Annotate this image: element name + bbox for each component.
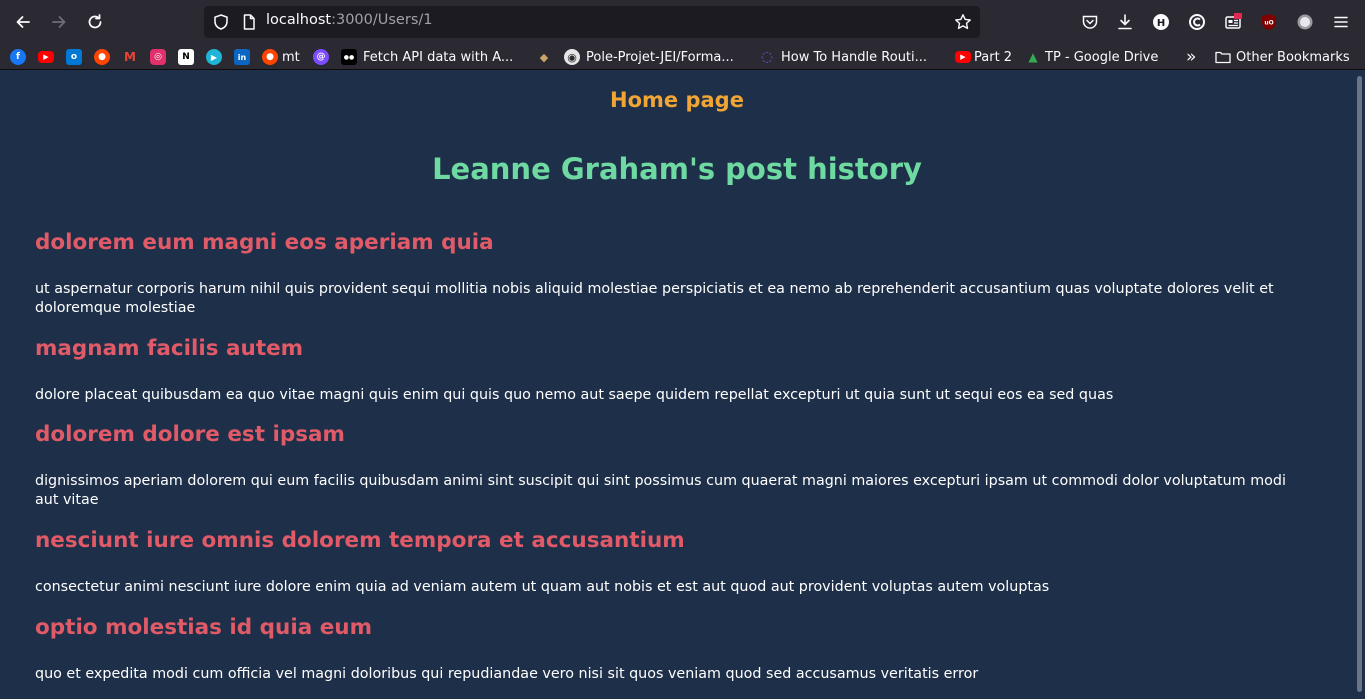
bookmark-routing[interactable]: ◌ How To Handle Routi... <box>759 48 927 66</box>
other-bookmarks-label: Other Bookmarks <box>1236 49 1350 65</box>
chevron-double-right-icon: » <box>1186 47 1197 67</box>
instagram-icon: ◎ <box>150 49 166 65</box>
bookmark-mascot[interactable]: ◆ <box>536 48 552 66</box>
svg-text:uO: uO <box>1264 20 1273 27</box>
post-title: magnam facilis autem <box>35 336 304 361</box>
url-host: localhost <box>266 12 332 28</box>
c-extension-icon <box>1189 14 1205 30</box>
messenger-icon: @ <box>313 49 329 65</box>
back-button[interactable] <box>8 7 38 37</box>
other-bookmarks[interactable]: Other Bookmarks <box>1215 48 1350 66</box>
bookmark-messenger[interactable]: @ <box>313 48 329 66</box>
post-item: dolorem eum magni eos aperiam quia ut as… <box>35 230 1295 316</box>
post-body: dignissimos aperiam dolorem qui eum faci… <box>35 473 1286 508</box>
bookmark-label: Pole-Projet-JEI/Forma... <box>586 49 734 65</box>
bookmark-instagram[interactable]: ◎ <box>150 48 166 66</box>
post-item: dolorem dolore est ipsam dignissimos ape… <box>35 422 1295 508</box>
page-viewport: Home page Leanne Graham's post history d… <box>0 70 1354 699</box>
arrow-left-icon <box>16 16 30 28</box>
youtube-icon: ▶ <box>955 51 971 63</box>
bookmark-notion[interactable]: N <box>178 48 194 66</box>
svg-text:H: H <box>1157 18 1165 29</box>
bookmark-label: mt <box>282 49 300 65</box>
facebook-icon: f <box>10 49 26 65</box>
star-icon[interactable] <box>954 13 972 31</box>
post-body: ut aspernatur corporis harum nihil quis … <box>35 281 1274 316</box>
page-icon[interactable] <box>240 13 258 31</box>
downloads-button[interactable] <box>1115 12 1135 32</box>
bookmark-label: TP - Google Drive <box>1045 49 1159 65</box>
notion-icon: N <box>178 49 194 65</box>
extension-c-button[interactable] <box>1187 12 1207 32</box>
gmail-icon: M <box>122 49 138 65</box>
post-item: magnam facilis autem dolore placeat quib… <box>35 336 1295 403</box>
browser-toolbar: localhost:3000/Users/1 H uO <box>0 0 1365 44</box>
bookmark-label: How To Handle Routi... <box>781 49 928 65</box>
bookmark-label: Part 2 <box>974 49 1013 65</box>
linkedin-icon: in <box>234 49 250 65</box>
bookmark-part-2[interactable]: ▶ Part 2 <box>955 48 1012 66</box>
folder-icon <box>1215 51 1231 64</box>
post-title: optio molestias id quia eum <box>35 615 373 640</box>
bookmark-linkedin[interactable]: in <box>234 48 250 66</box>
bookmark-reddit[interactable]: ● <box>94 48 110 66</box>
page-title: Leanne Graham's post history <box>432 152 922 186</box>
bookmarks-overflow-button[interactable]: » <box>1186 47 1197 67</box>
bookmark-github[interactable]: ◉ Pole-Projet-JEI/Forma... <box>564 48 734 66</box>
shield-icon[interactable] <box>212 13 230 31</box>
hamburger-menu-icon <box>1334 16 1348 28</box>
reload-icon <box>88 14 102 29</box>
play-icon: ▶ <box>206 49 222 65</box>
post-body: dolore placeat quibusdam ea quo vitae ma… <box>35 387 1114 403</box>
vertical-scrollbar[interactable] <box>1354 70 1365 699</box>
medium-icon: ●● <box>341 49 357 65</box>
post-title: dolorem eum magni eos aperiam quia <box>35 230 494 255</box>
post-item: optio molestias id quia eum quo et exped… <box>35 615 1295 682</box>
forward-button[interactable] <box>44 7 74 37</box>
url-bar[interactable]: localhost:3000/Users/1 <box>204 6 980 38</box>
outlook-icon: o <box>66 49 82 65</box>
extension-news-button[interactable] <box>1223 12 1243 32</box>
reload-button[interactable] <box>80 7 110 37</box>
google-drive-icon: ▲ <box>1025 49 1041 65</box>
arrow-right-icon <box>52 16 66 28</box>
ublock-icon: uO <box>1262 14 1276 30</box>
pocket-icon <box>1082 15 1098 29</box>
bookmark-facebook[interactable]: f <box>10 48 26 66</box>
url-path: :3000/Users/1 <box>331 12 433 28</box>
bookmark-youtube[interactable]: ▶ <box>38 48 54 66</box>
github-icon: ◉ <box>564 49 580 65</box>
bookmark-play[interactable]: ▶ <box>206 48 222 66</box>
download-icon <box>1118 14 1132 30</box>
post-item: nesciunt iure omnis dolorem tempora et a… <box>35 528 1295 595</box>
post-body: quo et expedita modi cum officia vel mag… <box>35 666 979 682</box>
ublock-button[interactable]: uO <box>1259 12 1279 32</box>
scrollbar-thumb[interactable] <box>1357 76 1362 692</box>
extension-circle-button[interactable] <box>1295 12 1315 32</box>
youtube-icon: ▶ <box>38 51 54 63</box>
bookmark-outlook[interactable]: o <box>66 48 82 66</box>
post-title: nesciunt iure omnis dolorem tempora et a… <box>35 528 685 553</box>
bookmark-gmail[interactable]: M <box>122 48 138 66</box>
bookmarks-bar: f ▶ o ● M ◎ N ▶ in ● mt @ ●● Fetch API d… <box>0 44 1365 70</box>
reddit-icon: ● <box>262 49 278 65</box>
menu-button[interactable] <box>1331 12 1351 32</box>
url-text[interactable]: localhost:3000/Users/1 <box>266 12 432 28</box>
post-body: consectetur animi nesciunt iure dolore e… <box>35 579 1050 595</box>
extension-h-button[interactable]: H <box>1151 12 1171 32</box>
home-page-link[interactable]: Home page <box>0 88 1354 112</box>
reddit-icon: ● <box>94 49 110 65</box>
record-extension-icon <box>1297 14 1313 30</box>
h-extension-icon: H <box>1153 14 1169 30</box>
post-title: dolorem dolore est ipsam <box>35 422 345 447</box>
news-extension-icon <box>1225 13 1242 29</box>
bookmark-fetch-api[interactable]: ●● Fetch API data with A... <box>341 48 513 66</box>
pocket-button[interactable] <box>1080 12 1100 32</box>
bookmark-google-drive[interactable]: ▲ TP - Google Drive <box>1025 48 1158 66</box>
bookmark-mt[interactable]: ● mt <box>262 48 300 66</box>
bookmark-label: Fetch API data with A... <box>363 49 514 65</box>
logrocket-icon: ◌ <box>759 49 775 65</box>
mascot-icon: ◆ <box>536 49 552 65</box>
